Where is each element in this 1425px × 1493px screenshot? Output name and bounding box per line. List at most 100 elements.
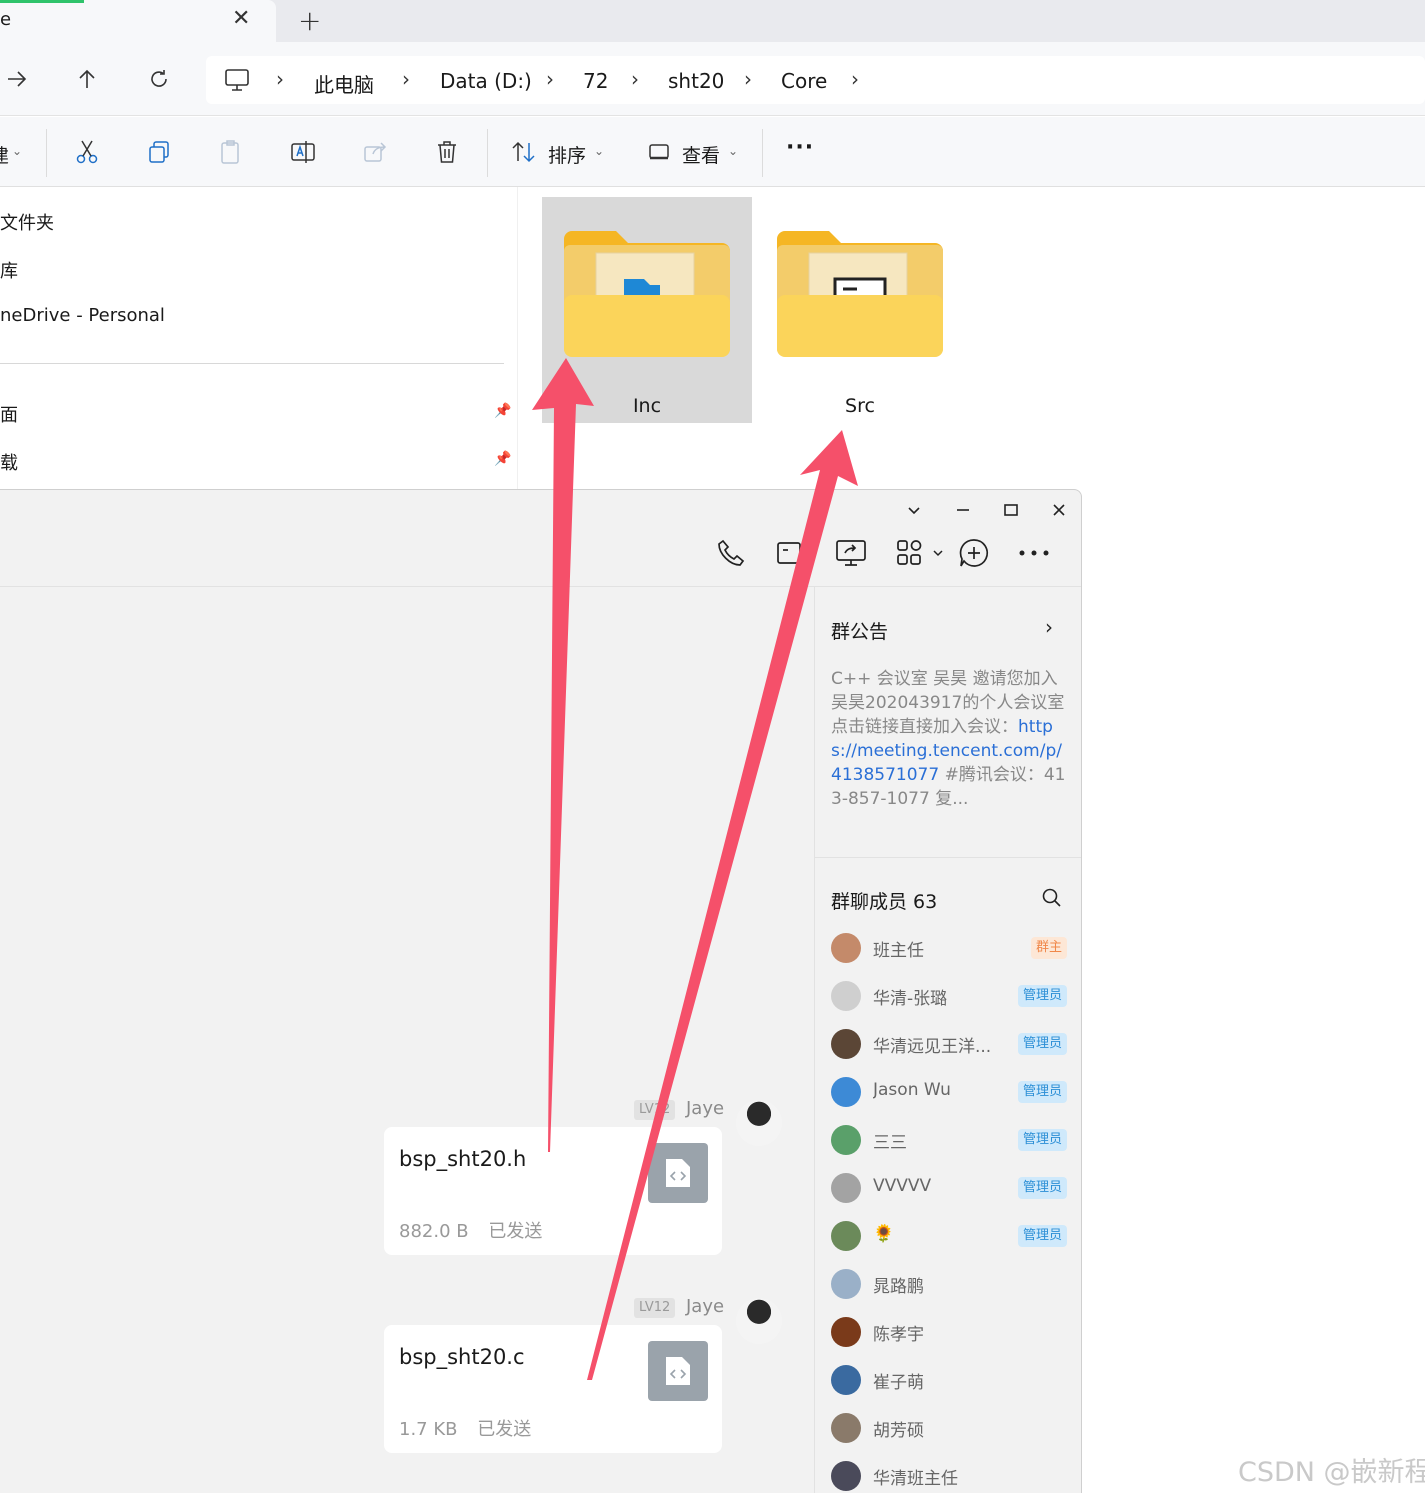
- tab-strip: e ✕ +: [0, 0, 1425, 42]
- folder-name: Inc: [632, 395, 662, 417]
- panel-divider: [815, 857, 1081, 858]
- avatar[interactable]: [831, 1077, 861, 1107]
- member-row[interactable]: 班主任 群主: [831, 931, 1067, 965]
- folder-item-inc[interactable]: Inc: [542, 197, 752, 423]
- sort-icon[interactable]: [509, 137, 539, 167]
- nav-item-onedrive[interactable]: neDrive - Personal: [0, 305, 165, 326]
- phone-icon[interactable]: [714, 536, 748, 570]
- view-icon[interactable]: [644, 137, 674, 167]
- file-list-pane: Inc Src: [518, 187, 1425, 489]
- breadcrumb-this-pc[interactable]: 此电脑: [314, 69, 374, 98]
- avatar[interactable]: [831, 1413, 861, 1443]
- up-icon[interactable]: [72, 64, 102, 94]
- apps-icon[interactable]: [893, 536, 927, 570]
- member-row[interactable]: 崔子萌: [831, 1363, 1067, 1397]
- new-button-label[interactable]: 建: [0, 141, 9, 168]
- share-icon[interactable]: [360, 137, 390, 167]
- avatar[interactable]: [831, 1365, 861, 1395]
- avatar[interactable]: [736, 1298, 782, 1344]
- minimize-icon[interactable]: [951, 498, 975, 522]
- computer-icon: [224, 68, 250, 96]
- pin-icon[interactable]: 📌: [494, 451, 511, 467]
- more-options-icon[interactable]: ···: [786, 135, 814, 160]
- nav-item-libraries[interactable]: 库: [0, 257, 18, 283]
- chevron-down-icon[interactable]: [902, 498, 926, 522]
- breadcrumb-chevron-icon[interactable]: ›: [631, 67, 639, 91]
- pin-icon[interactable]: 📌: [494, 403, 511, 419]
- search-icon[interactable]: [1041, 887, 1063, 913]
- breadcrumb-chevron-icon[interactable]: ›: [851, 67, 859, 91]
- breadcrumb-core[interactable]: Core: [781, 69, 827, 93]
- member-name: 华清-张璐: [873, 989, 948, 1009]
- file-message-card[interactable]: bsp_sht20.h 882.0 B 已发送: [384, 1127, 722, 1255]
- chevron-down-icon[interactable]: ⌄: [12, 144, 22, 158]
- more-options-icon[interactable]: [1017, 536, 1051, 570]
- avatar[interactable]: [831, 1461, 861, 1491]
- send-status: 已发送: [488, 1221, 543, 1242]
- member-name: 华清班主任: [873, 1469, 958, 1489]
- nav-item-desktop[interactable]: 面: [0, 401, 18, 427]
- chevron-down-icon[interactable]: [928, 536, 948, 570]
- member-row[interactable]: VVVVV 管理员: [831, 1171, 1067, 1205]
- member-row[interactable]: 华清远见王洋... 管理员: [831, 1027, 1067, 1061]
- avatar[interactable]: [831, 1317, 861, 1347]
- cut-icon[interactable]: [72, 137, 102, 167]
- sender-name[interactable]: Jaye: [686, 1098, 724, 1119]
- chevron-right-icon[interactable]: ›: [1045, 615, 1053, 639]
- video-call-icon[interactable]: [772, 536, 806, 570]
- breadcrumb-chevron-icon[interactable]: ›: [546, 67, 554, 91]
- avatar[interactable]: [831, 1269, 861, 1299]
- avatar[interactable]: [831, 933, 861, 963]
- member-row[interactable]: 三三 管理员: [831, 1123, 1067, 1157]
- sort-button-label[interactable]: 排序: [548, 141, 586, 168]
- member-row[interactable]: 陈孝宇: [831, 1315, 1067, 1349]
- admin-badge: 管理员: [1017, 1225, 1067, 1247]
- address-bar[interactable]: › 此电脑 › Data (D:) › 72 › sht20 › Core ›: [206, 56, 1425, 104]
- avatar[interactable]: [831, 981, 861, 1011]
- new-tab-button[interactable]: +: [298, 4, 321, 37]
- folder-item-src[interactable]: Src: [755, 197, 965, 423]
- maximize-icon[interactable]: [999, 498, 1023, 522]
- breadcrumb-chevron-icon[interactable]: ›: [744, 67, 752, 91]
- group-notice-title[interactable]: 群公告: [831, 617, 888, 644]
- file-message-card[interactable]: bsp_sht20.c 1.7 KB 已发送: [384, 1325, 722, 1453]
- nav-item-folders[interactable]: 文件夹: [0, 209, 54, 235]
- sender-name[interactable]: Jaye: [686, 1296, 724, 1317]
- refresh-icon[interactable]: [144, 64, 174, 94]
- close-icon[interactable]: [1047, 498, 1071, 522]
- member-name: 三三: [873, 1133, 907, 1153]
- member-row[interactable]: 🌻 管理员: [831, 1219, 1067, 1253]
- avatar[interactable]: [831, 1125, 861, 1155]
- paste-icon[interactable]: [216, 137, 246, 167]
- admin-badge: 管理员: [1017, 1177, 1067, 1199]
- rename-icon[interactable]: [288, 137, 318, 167]
- member-row[interactable]: 华清班主任: [831, 1459, 1067, 1493]
- breadcrumb-chevron-icon[interactable]: ›: [402, 67, 410, 91]
- nav-item-downloads[interactable]: 载: [0, 449, 18, 475]
- chevron-down-icon[interactable]: ⌄: [728, 144, 738, 158]
- add-member-icon[interactable]: [957, 536, 991, 570]
- member-row[interactable]: 晁路鹏: [831, 1267, 1067, 1301]
- avatar[interactable]: [831, 1029, 861, 1059]
- breadcrumb-data-drive[interactable]: Data (D:): [440, 69, 532, 93]
- view-button-label[interactable]: 查看: [682, 141, 720, 168]
- avatar[interactable]: [736, 1100, 782, 1146]
- chevron-down-icon[interactable]: ⌄: [594, 144, 604, 158]
- breadcrumb-sht20[interactable]: sht20: [668, 69, 724, 93]
- member-row[interactable]: Jason Wu 管理员: [831, 1075, 1067, 1109]
- delete-icon[interactable]: [432, 137, 462, 167]
- tab-close-icon[interactable]: ✕: [232, 6, 250, 31]
- forward-icon[interactable]: [2, 64, 32, 94]
- member-row[interactable]: 胡芳硕: [831, 1411, 1067, 1445]
- breadcrumb-chevron-icon[interactable]: ›: [276, 67, 284, 91]
- folder-icon: [564, 231, 730, 357]
- screen-share-icon[interactable]: [834, 536, 868, 570]
- breadcrumb-72[interactable]: 72: [583, 69, 608, 93]
- avatar[interactable]: [831, 1173, 861, 1203]
- copy-icon[interactable]: [144, 137, 174, 167]
- tab-active[interactable]: e ✕: [0, 0, 276, 42]
- member-row[interactable]: 华清-张璐 管理员: [831, 979, 1067, 1013]
- avatar[interactable]: [831, 1221, 861, 1251]
- file-name: bsp_sht20.c: [399, 1345, 525, 1369]
- group-notice-text[interactable]: C++ 会议室 吴昊 邀请您加入吴昊202043917的个人会议室 点击链接直接…: [831, 667, 1071, 811]
